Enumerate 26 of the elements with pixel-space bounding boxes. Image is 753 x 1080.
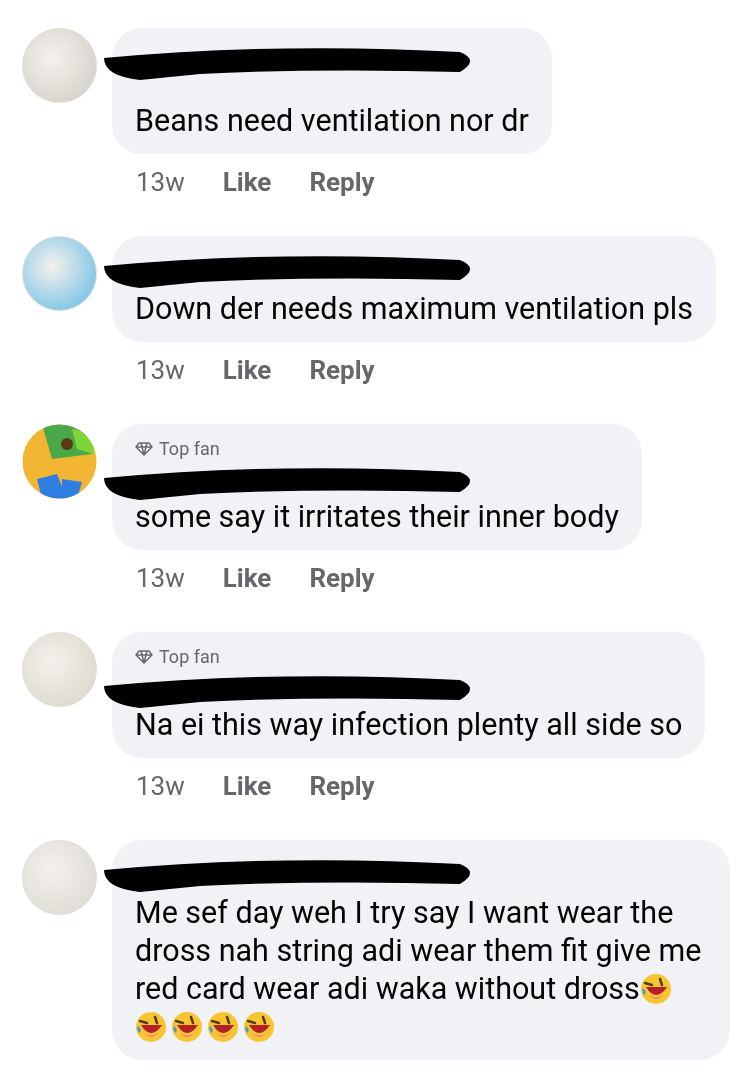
comment-time[interactable]: 13w — [136, 562, 185, 594]
reply-link[interactable]: Reply — [309, 770, 375, 802]
comment-text: Beans need ventilation nor dr — [135, 102, 529, 140]
comment-text: Na ei this way infection plenty all side so — [135, 706, 683, 744]
laughing-emoji-icon — [639, 973, 672, 1005]
like-link[interactable]: Like — [222, 770, 272, 802]
diamond-icon — [135, 442, 153, 456]
diamond-icon — [135, 650, 153, 664]
like-link[interactable]: Like — [222, 166, 272, 198]
comment-text: Down der needs maximum ventilation pls — [135, 290, 693, 328]
like-link[interactable]: Like — [222, 562, 272, 594]
like-link[interactable]: Like — [222, 354, 272, 386]
comment-time[interactable]: 13w — [136, 770, 185, 802]
comment-time[interactable]: 13w — [136, 166, 185, 198]
laughing-emoji-icon — [207, 1011, 239, 1043]
top-fan-label: Top fan — [135, 438, 220, 460]
laughing-emoji-icon — [135, 1011, 167, 1043]
reply-link[interactable]: Reply — [309, 166, 375, 198]
laughing-emoji-icon — [243, 1011, 275, 1043]
laughing-emoji-icon — [171, 1011, 203, 1043]
reply-link[interactable]: Reply — [309, 562, 375, 594]
top-fan-label: Top fan — [135, 646, 220, 668]
comment-time[interactable]: 13w — [136, 354, 185, 386]
comment-text: Me sef day weh I try say I want wear the dross nah string adi wear them fit give me red card wear adi waka without dross — [135, 894, 703, 1008]
comment-text: some say it irritates their inner body — [135, 498, 619, 536]
reply-link[interactable]: Reply — [309, 354, 375, 386]
